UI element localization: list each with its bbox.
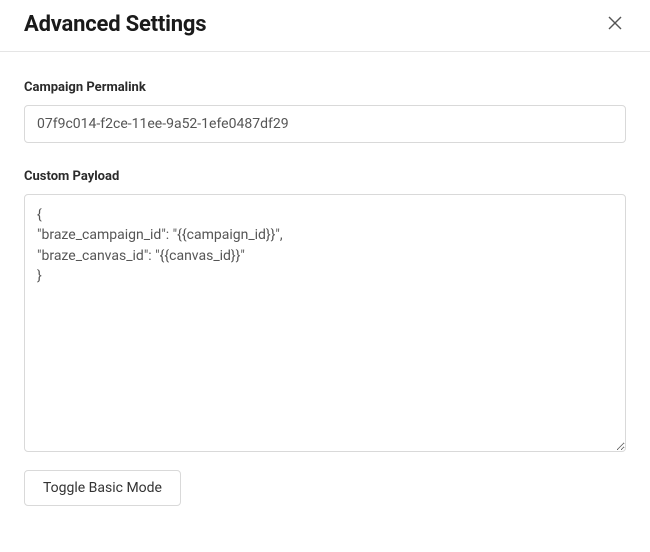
permalink-label: Campaign Permalink	[24, 80, 626, 95]
modal-title: Advanced Settings	[24, 12, 206, 37]
permalink-input[interactable]	[24, 105, 626, 143]
modal-body: Campaign Permalink Custom Payload Toggle…	[0, 52, 650, 552]
permalink-group: Campaign Permalink	[24, 80, 626, 143]
payload-group: Custom Payload Toggle Basic Mode	[24, 169, 626, 506]
toggle-basic-mode-button[interactable]: Toggle Basic Mode	[24, 470, 181, 506]
close-button[interactable]	[604, 12, 626, 37]
payload-textarea[interactable]	[24, 194, 626, 452]
modal-header: Advanced Settings	[0, 0, 650, 52]
payload-label: Custom Payload	[24, 169, 626, 184]
close-icon	[608, 16, 622, 33]
